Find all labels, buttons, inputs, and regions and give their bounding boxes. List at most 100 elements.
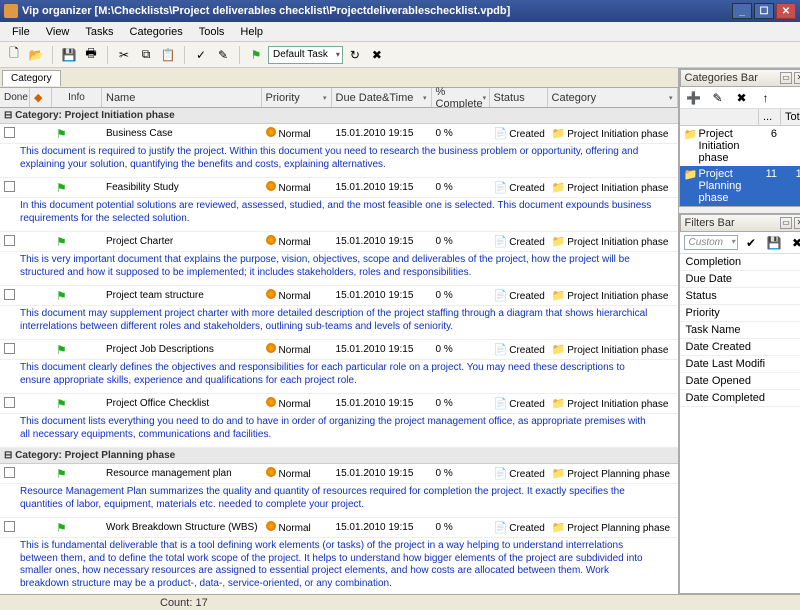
task-due: 15.01.2010 19:15 bbox=[332, 126, 432, 141]
refresh-icon[interactable]: ↻ bbox=[345, 45, 365, 65]
app-icon bbox=[4, 4, 18, 18]
task-icon[interactable]: ✓ bbox=[191, 45, 211, 65]
col-complete[interactable]: % Complete▾ bbox=[432, 88, 490, 107]
task-name: Business Case bbox=[102, 126, 262, 141]
checkbox[interactable] bbox=[4, 467, 15, 478]
task-priority: Normal bbox=[262, 287, 332, 304]
group-row[interactable]: ⊟ Category: Project Planning phase bbox=[0, 448, 678, 464]
menu-categories[interactable]: Categories bbox=[122, 24, 191, 40]
filter-clear-icon[interactable]: ✖ bbox=[787, 233, 800, 253]
filter-item[interactable]: Task Name▾ bbox=[680, 322, 800, 339]
cat-del-icon[interactable]: ✖ bbox=[732, 88, 752, 108]
checkbox[interactable] bbox=[4, 127, 15, 138]
flag-icon: ⚑ bbox=[56, 397, 67, 411]
delete-icon[interactable]: ✖ bbox=[367, 45, 387, 65]
flag-icon: ⚑ bbox=[56, 343, 67, 357]
tab-category[interactable]: Category bbox=[2, 70, 61, 86]
cat-edit-icon[interactable]: ✎ bbox=[708, 88, 728, 108]
panel-close-icon[interactable]: ✕ bbox=[794, 72, 800, 84]
filter-item[interactable]: Date Completed▾ bbox=[680, 390, 800, 407]
task-priority: Normal bbox=[262, 341, 332, 358]
cut-icon[interactable]: ✂ bbox=[114, 45, 134, 65]
filter-save-icon[interactable]: 💾 bbox=[764, 233, 784, 253]
filter-item[interactable]: Priority▾ bbox=[680, 305, 800, 322]
flag-icon: ⚑ bbox=[56, 467, 67, 481]
checkbox[interactable] bbox=[4, 181, 15, 192]
filters-panel: Filters Bar ▭✕ Custom ✔ 💾 ✖ Completion▾D… bbox=[679, 213, 800, 594]
task-row[interactable]: ⚑Project Office ChecklistNormal15.01.201… bbox=[0, 394, 678, 414]
panel-pin-icon[interactable]: ▭ bbox=[780, 217, 792, 229]
col-name[interactable]: Name bbox=[102, 88, 262, 107]
grid-body[interactable]: ⊟ Category: Project Initiation phase⚑Bus… bbox=[0, 108, 678, 594]
filter-combo[interactable]: Custom bbox=[684, 235, 738, 250]
task-row[interactable]: ⚑Work Breakdown Structure (WBS)Normal15.… bbox=[0, 518, 678, 538]
save-icon[interactable]: 💾 bbox=[59, 45, 79, 65]
copy-icon[interactable]: ⧉ bbox=[136, 45, 156, 65]
filter-item[interactable]: Status▾ bbox=[680, 288, 800, 305]
filter-item[interactable]: Due Date▾ bbox=[680, 271, 800, 288]
flag-icon: ⚑ bbox=[56, 181, 67, 195]
flag-green-icon[interactable]: ⚑ bbox=[246, 45, 266, 65]
col-flag[interactable]: ◆ bbox=[30, 88, 52, 107]
menu-help[interactable]: Help bbox=[232, 24, 271, 40]
task-row[interactable]: ⚑Project team structureNormal15.01.2010 … bbox=[0, 286, 678, 306]
panel-pin-icon[interactable]: ▭ bbox=[780, 72, 792, 84]
status-bar: Count: 17 bbox=[0, 594, 800, 610]
task-row[interactable]: ⚑Feasibility StudyNormal15.01.2010 19:15… bbox=[0, 178, 678, 198]
col-priority[interactable]: Priority▾ bbox=[262, 88, 332, 107]
flag-icon: ⚑ bbox=[56, 235, 67, 249]
checkbox[interactable] bbox=[4, 343, 15, 354]
close-button[interactable]: ✕ bbox=[776, 3, 796, 19]
print-icon[interactable]: 🖶 bbox=[81, 45, 101, 65]
task-name: Project team structure bbox=[102, 288, 262, 303]
new-icon[interactable]: 🗋 bbox=[4, 45, 24, 65]
col-done[interactable]: Done bbox=[0, 88, 30, 107]
cat-add-icon[interactable]: ➕ bbox=[684, 88, 704, 108]
col-info[interactable]: Info bbox=[52, 88, 102, 107]
task-description: This document may supplement project cha… bbox=[0, 306, 678, 340]
paste-icon[interactable]: 📋 bbox=[158, 45, 178, 65]
menu-tools[interactable]: Tools bbox=[191, 24, 233, 40]
task-description: In this document potential solutions are… bbox=[0, 198, 678, 232]
filter-apply-icon[interactable]: ✔ bbox=[741, 233, 761, 253]
task-status: 📄Created bbox=[490, 125, 548, 142]
task-row[interactable]: ⚑Project CharterNormal15.01.2010 19:150 … bbox=[0, 232, 678, 252]
group-row[interactable]: ⊟ Category: Project Initiation phase bbox=[0, 108, 678, 124]
cat-up-icon[interactable]: ↑ bbox=[756, 88, 776, 108]
panel-close-icon[interactable]: ✕ bbox=[794, 217, 800, 229]
filter-item[interactable]: Date Created▾ bbox=[680, 339, 800, 356]
task-priority: Normal bbox=[262, 395, 332, 412]
maximize-button[interactable]: ☐ bbox=[754, 3, 774, 19]
task-row[interactable]: ⚑Resource management planNormal15.01.201… bbox=[0, 464, 678, 484]
category-item[interactable]: 📁Project Planning phase1111 bbox=[680, 166, 800, 206]
filter-item[interactable]: Date Last Modifi▾ bbox=[680, 356, 800, 373]
filter-item[interactable]: Date Opened▾ bbox=[680, 373, 800, 390]
menu-tasks[interactable]: Tasks bbox=[77, 24, 121, 40]
category-item[interactable]: 📁Project Initiation phase66 bbox=[680, 126, 800, 166]
edit-icon[interactable]: ✎ bbox=[213, 45, 233, 65]
task-row[interactable]: ⚑Business CaseNormal15.01.2010 19:150 %📄… bbox=[0, 124, 678, 144]
col-due[interactable]: Due Date&Time▾ bbox=[332, 88, 432, 107]
checkbox[interactable] bbox=[4, 521, 15, 532]
task-description: Resource Management Plan summarizes the … bbox=[0, 484, 678, 518]
minimize-button[interactable]: _ bbox=[732, 3, 752, 19]
menu-bar: FileViewTasksCategoriesToolsHelp bbox=[0, 22, 800, 42]
task-template-combo[interactable]: Default Task bbox=[268, 46, 343, 64]
menu-file[interactable]: File bbox=[4, 24, 38, 40]
filter-item[interactable]: Completion▾ bbox=[680, 254, 800, 271]
task-category: 📁Project Initiation phase bbox=[548, 341, 678, 358]
window-title: Vip organizer [M:\Checklists\Project del… bbox=[22, 5, 730, 17]
task-status: 📄Created bbox=[490, 395, 548, 412]
menu-view[interactable]: View bbox=[38, 24, 78, 40]
col-status[interactable]: Status bbox=[490, 88, 548, 107]
col-category[interactable]: Category▾ bbox=[548, 88, 678, 107]
checkbox[interactable] bbox=[4, 235, 15, 246]
task-complete: 0 % bbox=[432, 288, 490, 303]
open-icon[interactable]: 📂 bbox=[26, 45, 46, 65]
task-row[interactable]: ⚑Project Job DescriptionsNormal15.01.201… bbox=[0, 340, 678, 360]
checkbox[interactable] bbox=[4, 397, 15, 408]
task-status: 📄Created bbox=[490, 233, 548, 250]
task-category: 📁Project Initiation phase bbox=[548, 179, 678, 196]
task-category: 📁Project Planning phase bbox=[548, 519, 678, 536]
checkbox[interactable] bbox=[4, 289, 15, 300]
